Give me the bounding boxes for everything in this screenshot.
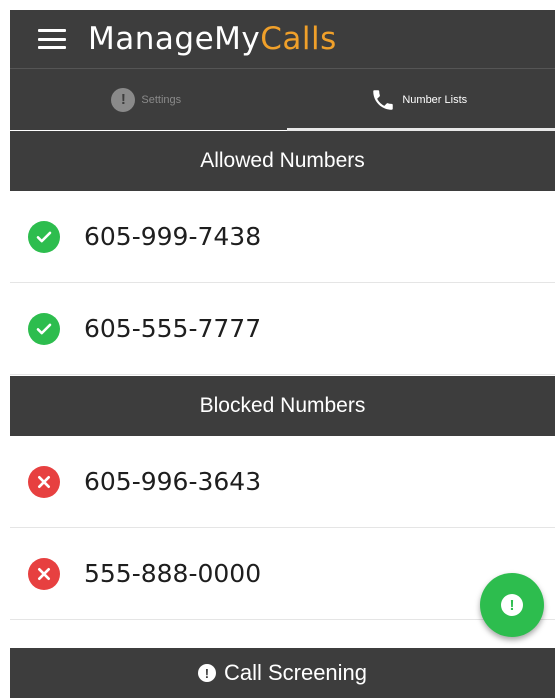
blocked-number-row[interactable]: 605-996-3643: [10, 436, 555, 528]
call-screening-button[interactable]: ! Call Screening: [10, 648, 555, 698]
hamburger-menu-icon[interactable]: [38, 29, 66, 49]
tab-number-lists[interactable]: Number Lists: [283, 69, 555, 131]
x-circle-icon: [28, 465, 60, 498]
blocked-number-text: 555-888-0000: [84, 559, 262, 588]
phone-icon: [370, 87, 396, 113]
app-title-accent: Calls: [260, 21, 337, 57]
allowed-number-row[interactable]: 605-999-7438: [10, 191, 555, 283]
tab-settings-label: Settings: [141, 93, 182, 106]
blocked-numbers-header: Blocked Numbers: [10, 376, 555, 436]
app-header: ManageMyCalls: [10, 10, 555, 68]
app-title-main: ManageMy: [88, 21, 261, 57]
exclamation-circle-icon: !: [197, 664, 216, 682]
allowed-number-row[interactable]: 605-555-7777: [10, 283, 555, 375]
allowed-number-text: 605-555-7777: [84, 314, 262, 343]
tab-settings[interactable]: ! Settings: [10, 69, 283, 130]
check-circle-icon: [28, 312, 60, 345]
exclamation-circle-icon: !: [111, 87, 136, 112]
x-circle-icon: [28, 557, 60, 590]
call-screening-label: Call Screening: [223, 660, 368, 685]
app-screen: ManageMyCalls ! Settings Number Lists Al…: [10, 10, 555, 698]
blocked-number-row[interactable]: 555-888-0000: [10, 528, 555, 620]
exclamation-icon: !: [501, 594, 523, 616]
check-circle-icon: [28, 220, 60, 253]
allowed-numbers-header: Allowed Numbers: [10, 131, 555, 191]
blocked-number-text: 605-996-3643: [84, 467, 262, 496]
app-title: ManageMyCalls: [88, 21, 337, 57]
floating-action-button[interactable]: !: [480, 573, 544, 637]
tab-bar: ! Settings Number Lists: [10, 68, 555, 131]
allowed-number-text: 605-999-7438: [84, 222, 262, 251]
tab-number-lists-label: Number Lists: [402, 93, 468, 106]
